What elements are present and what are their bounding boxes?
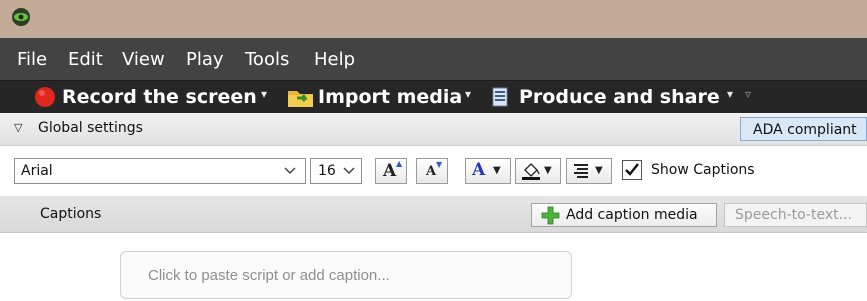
font-family-value: Arial — [21, 163, 53, 179]
decrease-size-icon: A — [426, 164, 437, 179]
font-color-icon: A — [472, 160, 486, 180]
fill-color-button[interactable]: ▼ — [515, 158, 561, 184]
record-icon — [35, 87, 55, 107]
font-size-value: 16 — [318, 163, 336, 179]
caption-input[interactable]: Click to paste script or add caption... — [120, 251, 572, 299]
increase-font-size-button[interactable]: A ▲ — [375, 158, 407, 184]
add-caption-media-label: Add caption media — [566, 207, 698, 223]
checkmark-icon — [625, 163, 639, 176]
produce-share-button[interactable]: Produce and share — [519, 85, 720, 109]
speech-to-text-button[interactable]: Speech-to-text... — [724, 203, 867, 227]
paint-bucket-icon — [522, 163, 540, 180]
collapse-triangle-icon[interactable]: ▽ — [14, 121, 22, 134]
global-settings-label[interactable]: Global settings — [38, 120, 143, 136]
ada-compliant-button[interactable]: ADA compliant — [740, 117, 867, 141]
import-media-button[interactable]: Import media — [318, 85, 462, 109]
menu-view[interactable]: View — [122, 49, 165, 70]
record-screen-button[interactable]: Record the screen — [62, 85, 257, 109]
import-folder-icon — [288, 91, 313, 107]
toolbar-overflow-icon[interactable]: ▿ — [745, 87, 751, 101]
add-plus-icon — [541, 206, 560, 225]
font-size-select[interactable]: 16 — [310, 158, 362, 184]
menu-tools[interactable]: Tools — [245, 49, 289, 70]
show-captions-label[interactable]: Show Captions — [651, 162, 755, 178]
caption-input-placeholder: Click to paste script or add caption... — [148, 267, 390, 284]
menu-bar: File Edit View Play Tools Help — [0, 38, 867, 80]
menu-file[interactable]: File — [17, 49, 47, 70]
decrease-font-size-button[interactable]: A ▼ — [416, 158, 448, 184]
font-family-select[interactable]: Arial — [14, 158, 306, 184]
captions-header: Captions Add caption media Speech-to-tex… — [0, 196, 867, 233]
chevron-down-icon — [284, 167, 296, 175]
title-bar — [0, 0, 867, 38]
captions-title: Captions — [40, 206, 102, 222]
produce-share-icon — [492, 87, 508, 107]
add-caption-media-button[interactable]: Add caption media — [531, 203, 717, 227]
menu-help[interactable]: Help — [314, 49, 355, 70]
global-settings-bar[interactable]: ▽ Global settings ADA compliant — [0, 113, 867, 146]
increase-size-icon: A — [383, 161, 397, 181]
app-icon[interactable] — [10, 6, 32, 28]
produce-dropdown-caret[interactable]: ▾ — [727, 87, 733, 101]
menu-play[interactable]: Play — [186, 49, 224, 70]
show-captions-checkbox[interactable] — [622, 160, 642, 180]
font-color-button[interactable]: A ▼ — [465, 158, 511, 184]
import-dropdown-caret[interactable]: ▾ — [465, 87, 471, 101]
chevron-down-icon — [343, 167, 355, 175]
align-icon — [574, 164, 588, 178]
task-toolbar: Record the screen ▾ Import media ▾ Produ… — [0, 80, 867, 113]
text-align-button[interactable]: ▼ — [566, 158, 612, 184]
speech-to-text-label: Speech-to-text... — [735, 207, 852, 223]
menu-edit[interactable]: Edit — [68, 49, 103, 70]
caption-format-bar: Arial 16 A ▲ A ▼ A ▼ ▼ ▼ Show Captions — [0, 146, 867, 194]
record-dropdown-caret[interactable]: ▾ — [261, 87, 267, 101]
